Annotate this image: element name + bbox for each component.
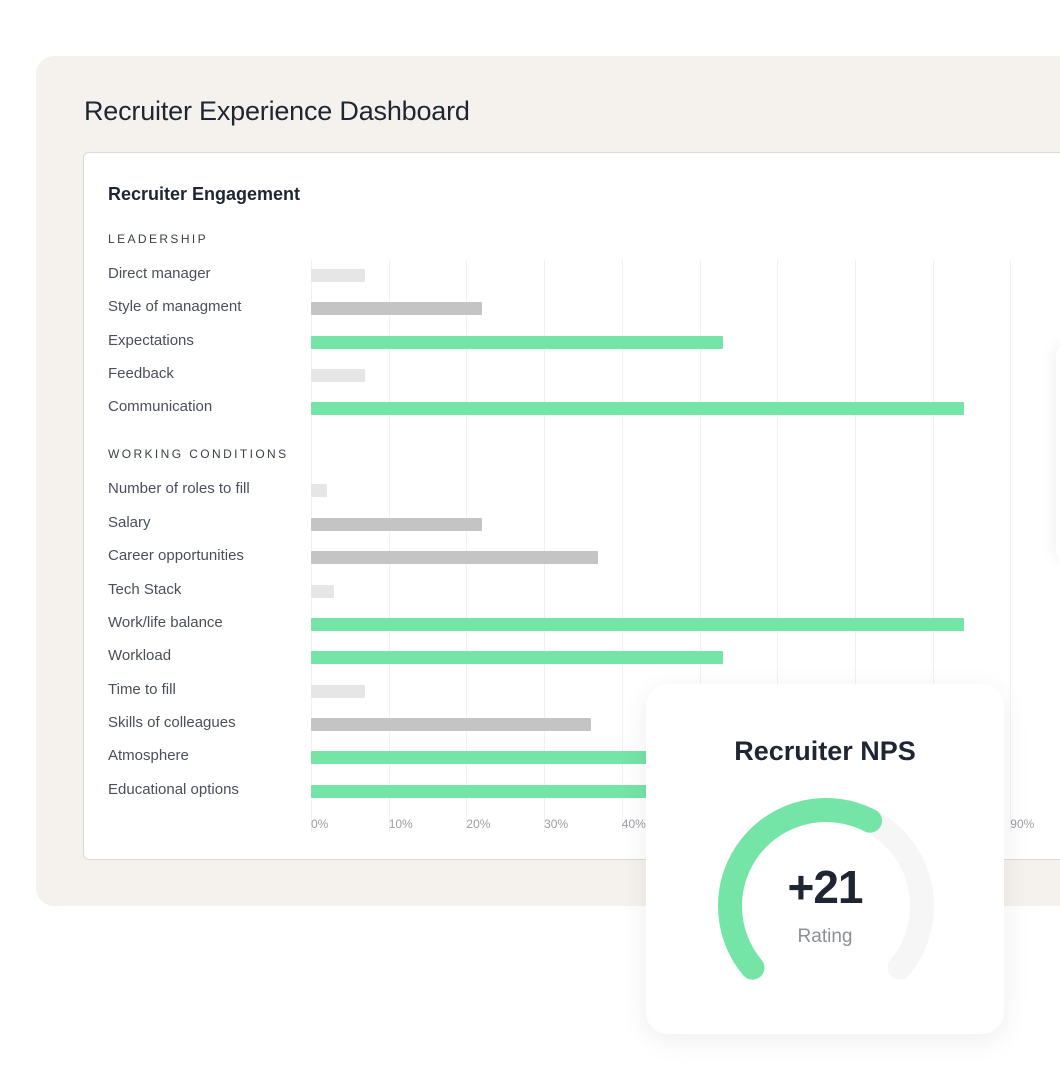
bar: [311, 585, 335, 598]
section-heading-working-conditions: WORKING CONDITIONS: [108, 447, 289, 461]
bar: [311, 651, 723, 664]
bar: [311, 518, 482, 531]
bar-label: Expectations: [108, 332, 194, 349]
bar: [311, 551, 599, 564]
x-tick-label: 20%: [466, 817, 491, 831]
bar-label: Educational options: [108, 781, 239, 798]
bar-label: Communication: [108, 398, 213, 415]
bar: [311, 336, 723, 349]
bar-label: Career opportunities: [108, 547, 244, 564]
x-tick-label: 10%: [388, 817, 413, 831]
nps-gauge: [718, 798, 934, 980]
engagement-title: Recruiter Engagement: [108, 184, 301, 204]
side-panel-edge: [1056, 345, 1060, 560]
bar-label: Direct manager: [108, 265, 211, 282]
bar: [311, 269, 366, 282]
bar-label: Atmosphere: [108, 747, 189, 764]
bar-label: Feedback: [108, 365, 174, 382]
bar: [311, 369, 366, 382]
bar-label: Workload: [108, 647, 172, 664]
bar-label: Number of roles to fill: [108, 480, 250, 497]
bar-label: Skills of colleagues: [108, 714, 236, 731]
bar: [311, 685, 366, 698]
bar-label: Salary: [108, 514, 151, 531]
x-tick-label: 30%: [544, 817, 569, 831]
x-tick-label: 0%: [311, 817, 329, 831]
section-heading-leadership: LEADERSHIP: [108, 232, 209, 246]
bar: [311, 302, 482, 315]
bar-label: Work/life balance: [108, 614, 223, 631]
grid-line: [1010, 260, 1012, 832]
x-tick-label: 90%: [1010, 817, 1035, 831]
nps-score: +21: [787, 861, 863, 913]
bar-label: Time to fill: [108, 681, 176, 698]
bar: [311, 718, 591, 731]
nps-caption: Rating: [797, 926, 853, 947]
bar-label: Style of managment: [108, 298, 242, 315]
bar: [311, 484, 327, 497]
bar: [311, 618, 964, 631]
dashboard-title: Recruiter Experience Dashboard: [84, 96, 470, 126]
bar-label: Tech Stack: [108, 581, 182, 598]
x-tick-label: 40%: [621, 817, 646, 831]
bar: [311, 402, 964, 415]
